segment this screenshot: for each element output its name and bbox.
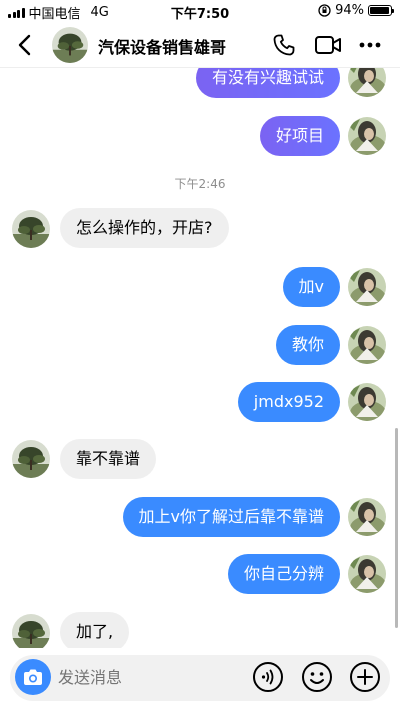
message-bubble[interactable]: jmdx952 [237, 382, 340, 422]
voice-icon[interactable] [252, 661, 284, 693]
phone-icon[interactable] [272, 33, 296, 57]
contact-avatar[interactable] [12, 440, 50, 478]
message-bubble[interactable]: 加v [282, 267, 340, 307]
battery-icon [368, 5, 394, 16]
contact-name[interactable]: 汽保设备销售雄哥 [98, 34, 226, 58]
more-icon[interactable] [358, 34, 382, 56]
message-bubble[interactable]: 教你 [275, 325, 340, 365]
message-bubble[interactable]: 你自己分辨 [227, 554, 340, 594]
self-avatar[interactable] [348, 383, 386, 421]
message-timestamp: 下午2:46 [174, 177, 226, 191]
scrollbar[interactable] [395, 428, 398, 628]
back-icon[interactable] [14, 33, 36, 57]
chat-header: 汽保设备销售雄哥 [0, 22, 400, 68]
self-avatar[interactable] [348, 68, 386, 97]
battery-percent: 94% [335, 3, 364, 18]
contact-avatar[interactable] [12, 614, 50, 648]
message-bubble[interactable]: 有没有兴趣试试 [195, 68, 340, 98]
self-avatar[interactable] [348, 268, 386, 306]
plus-icon[interactable] [349, 661, 381, 693]
status-bar: 中国电信 4G 下午7:50 94% [0, 0, 400, 22]
self-avatar[interactable] [348, 117, 386, 155]
self-avatar[interactable] [348, 326, 386, 364]
message-bubble[interactable]: 好项目 [259, 116, 340, 156]
message-bubble[interactable]: 加上v你了解过后靠不靠谱 [122, 497, 340, 537]
contact-avatar[interactable] [52, 27, 88, 63]
camera-icon [24, 669, 42, 685]
composer-bar [0, 648, 400, 711]
self-avatar[interactable] [348, 498, 386, 536]
message-bubble[interactable]: 靠不靠谱 [60, 439, 157, 479]
message-input[interactable] [58, 664, 238, 690]
message-bubble[interactable]: 怎么操作的，开店? [60, 208, 229, 248]
orientation-lock-icon [318, 4, 331, 17]
status-right: 94% [318, 3, 394, 18]
contact-avatar[interactable] [12, 210, 50, 248]
message-bubble[interactable]: 加了, [60, 612, 130, 648]
message-list[interactable]: 有没有兴趣试试 好项目 下午2:46 怎么操作的，开店? 加v 教你 jmdx9… [0, 68, 400, 648]
self-avatar[interactable] [348, 555, 386, 593]
emoji-icon[interactable] [301, 661, 333, 693]
camera-button[interactable] [15, 659, 51, 695]
video-icon[interactable] [314, 34, 342, 56]
